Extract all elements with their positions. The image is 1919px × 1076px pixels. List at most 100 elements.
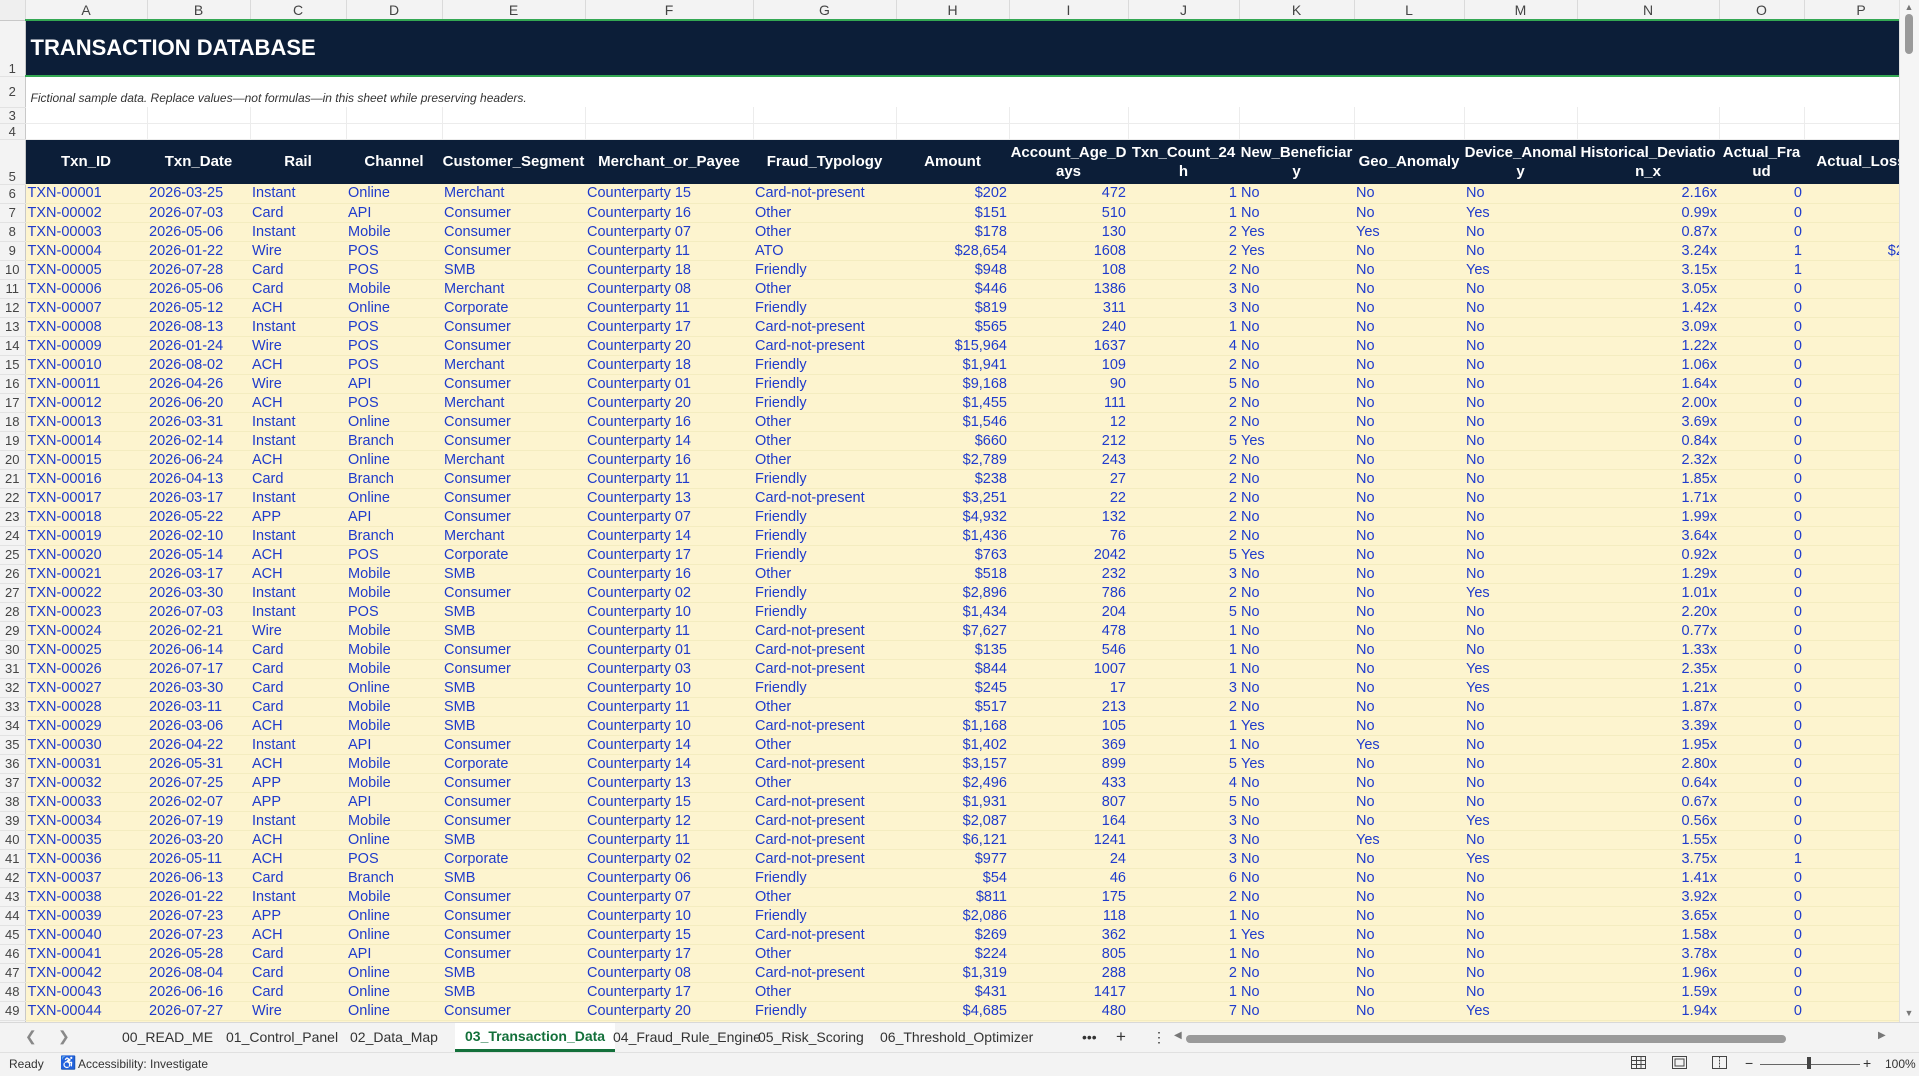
cell-channel[interactable]: Online bbox=[346, 488, 442, 508]
cell-txn-id[interactable]: TXN-00024 bbox=[25, 621, 147, 641]
cell-geo-anomaly[interactable]: No bbox=[1354, 184, 1464, 204]
cell-device-anomaly[interactable]: No bbox=[1464, 298, 1577, 318]
cell-device-anomaly[interactable]: No bbox=[1464, 564, 1577, 584]
cell-device-anomaly[interactable]: No bbox=[1464, 735, 1577, 755]
cell-fraud-typology[interactable]: Card-not-present bbox=[753, 184, 896, 204]
cell-merchant-or-payee[interactable]: Counterparty 18 bbox=[585, 355, 753, 375]
cell-account-age-days[interactable]: 175 bbox=[1009, 887, 1128, 907]
cell-channel[interactable]: POS bbox=[346, 355, 442, 375]
header-channel[interactable]: Channel bbox=[346, 139, 443, 184]
cell-txn-id[interactable]: TXN-00003 bbox=[25, 222, 147, 242]
row-number[interactable]: 28 bbox=[0, 602, 26, 622]
cell-amount[interactable]: $9,168 bbox=[896, 374, 1009, 394]
cell-txn-count-24h[interactable]: 1 bbox=[1128, 640, 1239, 660]
cell-geo-anomaly[interactable]: No bbox=[1354, 431, 1464, 451]
cell-geo-anomaly[interactable]: No bbox=[1354, 982, 1464, 1002]
cell-amount[interactable]: $4,932 bbox=[896, 507, 1009, 527]
cell-actual-fraud[interactable]: 0 bbox=[1719, 868, 1804, 888]
cell-customer-segment[interactable]: SMB bbox=[442, 564, 585, 584]
cell-actual-fraud[interactable]: 0 bbox=[1719, 184, 1804, 204]
cell-amount[interactable]: $54 bbox=[896, 868, 1009, 888]
cell-device-anomaly[interactable]: No bbox=[1464, 830, 1577, 850]
cell-historical-deviation-x[interactable]: 1.21x bbox=[1577, 678, 1719, 698]
cell-historical-deviation-x[interactable]: 1.41x bbox=[1577, 868, 1719, 888]
column-header-c[interactable]: C bbox=[250, 0, 347, 21]
cell-channel[interactable]: Mobile bbox=[346, 659, 442, 679]
cell-geo-anomaly[interactable]: No bbox=[1354, 640, 1464, 660]
cell-historical-deviation-x[interactable]: 3.75x bbox=[1577, 849, 1719, 869]
cell-actual-fraud[interactable]: 0 bbox=[1719, 659, 1804, 679]
cell-geo-anomaly[interactable]: No bbox=[1354, 754, 1464, 774]
cell-rail[interactable]: ACH bbox=[250, 925, 346, 945]
cell-historical-deviation-x[interactable]: 1.58x bbox=[1577, 925, 1719, 945]
empty-cell[interactable] bbox=[1239, 107, 1355, 124]
cell-merchant-or-payee[interactable]: Counterparty 06 bbox=[585, 868, 753, 888]
cell-actual-fraud[interactable]: 0 bbox=[1719, 355, 1804, 375]
cell-amount[interactable]: $245 bbox=[896, 678, 1009, 698]
cell-txn-date[interactable]: 2026-05-06 bbox=[147, 279, 250, 299]
cell-fraud-typology[interactable]: Card-not-present bbox=[753, 830, 896, 850]
cell-txn-date[interactable]: 2026-02-07 bbox=[147, 792, 250, 812]
empty-cell[interactable] bbox=[1128, 107, 1240, 124]
cell-txn-id[interactable]: TXN-00027 bbox=[25, 678, 147, 698]
cell-device-anomaly[interactable]: No bbox=[1464, 469, 1577, 489]
cell-merchant-or-payee[interactable]: Counterparty 14 bbox=[585, 735, 753, 755]
cell-txn-count-24h[interactable]: 3 bbox=[1128, 830, 1239, 850]
cell-actual-fraud[interactable]: 0 bbox=[1719, 279, 1804, 299]
cell-txn-count-24h[interactable]: 2 bbox=[1128, 222, 1239, 242]
cell-customer-segment[interactable]: Consumer bbox=[442, 773, 585, 793]
cell-account-age-days[interactable]: 27 bbox=[1009, 469, 1128, 489]
cell-txn-date[interactable]: 2026-04-22 bbox=[147, 735, 250, 755]
cell-actual-fraud[interactable]: 0 bbox=[1719, 469, 1804, 489]
cell-channel[interactable]: Mobile bbox=[346, 773, 442, 793]
cell-customer-segment[interactable]: Consumer bbox=[442, 792, 585, 812]
cell-channel[interactable]: POS bbox=[346, 849, 442, 869]
row-number[interactable]: 12 bbox=[0, 298, 26, 318]
cell-merchant-or-payee[interactable]: Counterparty 03 bbox=[585, 659, 753, 679]
cell-merchant-or-payee[interactable]: Counterparty 11 bbox=[585, 298, 753, 318]
cell-customer-segment[interactable]: Consumer bbox=[442, 374, 585, 394]
cell-txn-count-24h[interactable]: 1 bbox=[1128, 621, 1239, 641]
cell-actual-fraud[interactable]: 0 bbox=[1719, 678, 1804, 698]
cell-fraud-typology[interactable]: Friendly bbox=[753, 906, 896, 926]
empty-cell[interactable] bbox=[1464, 107, 1578, 124]
horizontal-scrollbar[interactable]: ◀ ▶ bbox=[1172, 1030, 1892, 1044]
cell-txn-date[interactable]: 2026-05-06 bbox=[147, 222, 250, 242]
sheet-note[interactable]: Fictional sample data. Replace values—no… bbox=[25, 76, 1900, 107]
cell-account-age-days[interactable]: 1241 bbox=[1009, 830, 1128, 850]
cell-customer-segment[interactable]: Consumer bbox=[442, 944, 585, 964]
empty-cell[interactable] bbox=[346, 107, 443, 124]
cell-historical-deviation-x[interactable]: 1.42x bbox=[1577, 298, 1719, 318]
cell-account-age-days[interactable]: 1637 bbox=[1009, 336, 1128, 356]
cell-customer-segment[interactable]: Consumer bbox=[442, 1001, 585, 1021]
cell-customer-segment[interactable]: SMB bbox=[442, 697, 585, 717]
cell-rail[interactable]: Card bbox=[250, 659, 346, 679]
cell-geo-anomaly[interactable]: No bbox=[1354, 279, 1464, 299]
cell-actual-fraud[interactable]: 0 bbox=[1719, 944, 1804, 964]
cell-actual-fraud[interactable]: 0 bbox=[1719, 754, 1804, 774]
cell-merchant-or-payee[interactable]: Counterparty 11 bbox=[585, 697, 753, 717]
cell-merchant-or-payee[interactable]: Counterparty 15 bbox=[585, 184, 753, 204]
cell-fraud-typology[interactable]: Other bbox=[753, 773, 896, 793]
scroll-down-arrow-icon[interactable]: ▼ bbox=[1903, 1008, 1915, 1018]
cell-merchant-or-payee[interactable]: Counterparty 10 bbox=[585, 602, 753, 622]
cell-actual-loss[interactable] bbox=[1804, 602, 1900, 622]
cell-fraud-typology[interactable]: Card-not-present bbox=[753, 925, 896, 945]
cell-amount[interactable]: $1,168 bbox=[896, 716, 1009, 736]
cell-rail[interactable]: Instant bbox=[250, 735, 346, 755]
cell-account-age-days[interactable]: 105 bbox=[1009, 716, 1128, 736]
cell-account-age-days[interactable]: 164 bbox=[1009, 811, 1128, 831]
cell-historical-deviation-x[interactable]: 3.09x bbox=[1577, 317, 1719, 337]
cell-channel[interactable]: Mobile bbox=[346, 222, 442, 242]
cell-channel[interactable]: Mobile bbox=[346, 583, 442, 603]
cell-txn-id[interactable]: TXN-00042 bbox=[25, 963, 147, 983]
row-number[interactable]: 25 bbox=[0, 545, 26, 565]
cell-device-anomaly[interactable]: No bbox=[1464, 222, 1577, 242]
cell-new-beneficiary[interactable]: Yes bbox=[1239, 545, 1354, 565]
cell-channel[interactable]: Online bbox=[346, 925, 442, 945]
row-number[interactable]: 4 bbox=[0, 123, 26, 140]
cell-channel[interactable]: API bbox=[346, 944, 442, 964]
cell-customer-segment[interactable]: Consumer bbox=[442, 431, 585, 451]
cell-geo-anomaly[interactable]: No bbox=[1354, 545, 1464, 565]
cell-amount[interactable]: $977 bbox=[896, 849, 1009, 869]
